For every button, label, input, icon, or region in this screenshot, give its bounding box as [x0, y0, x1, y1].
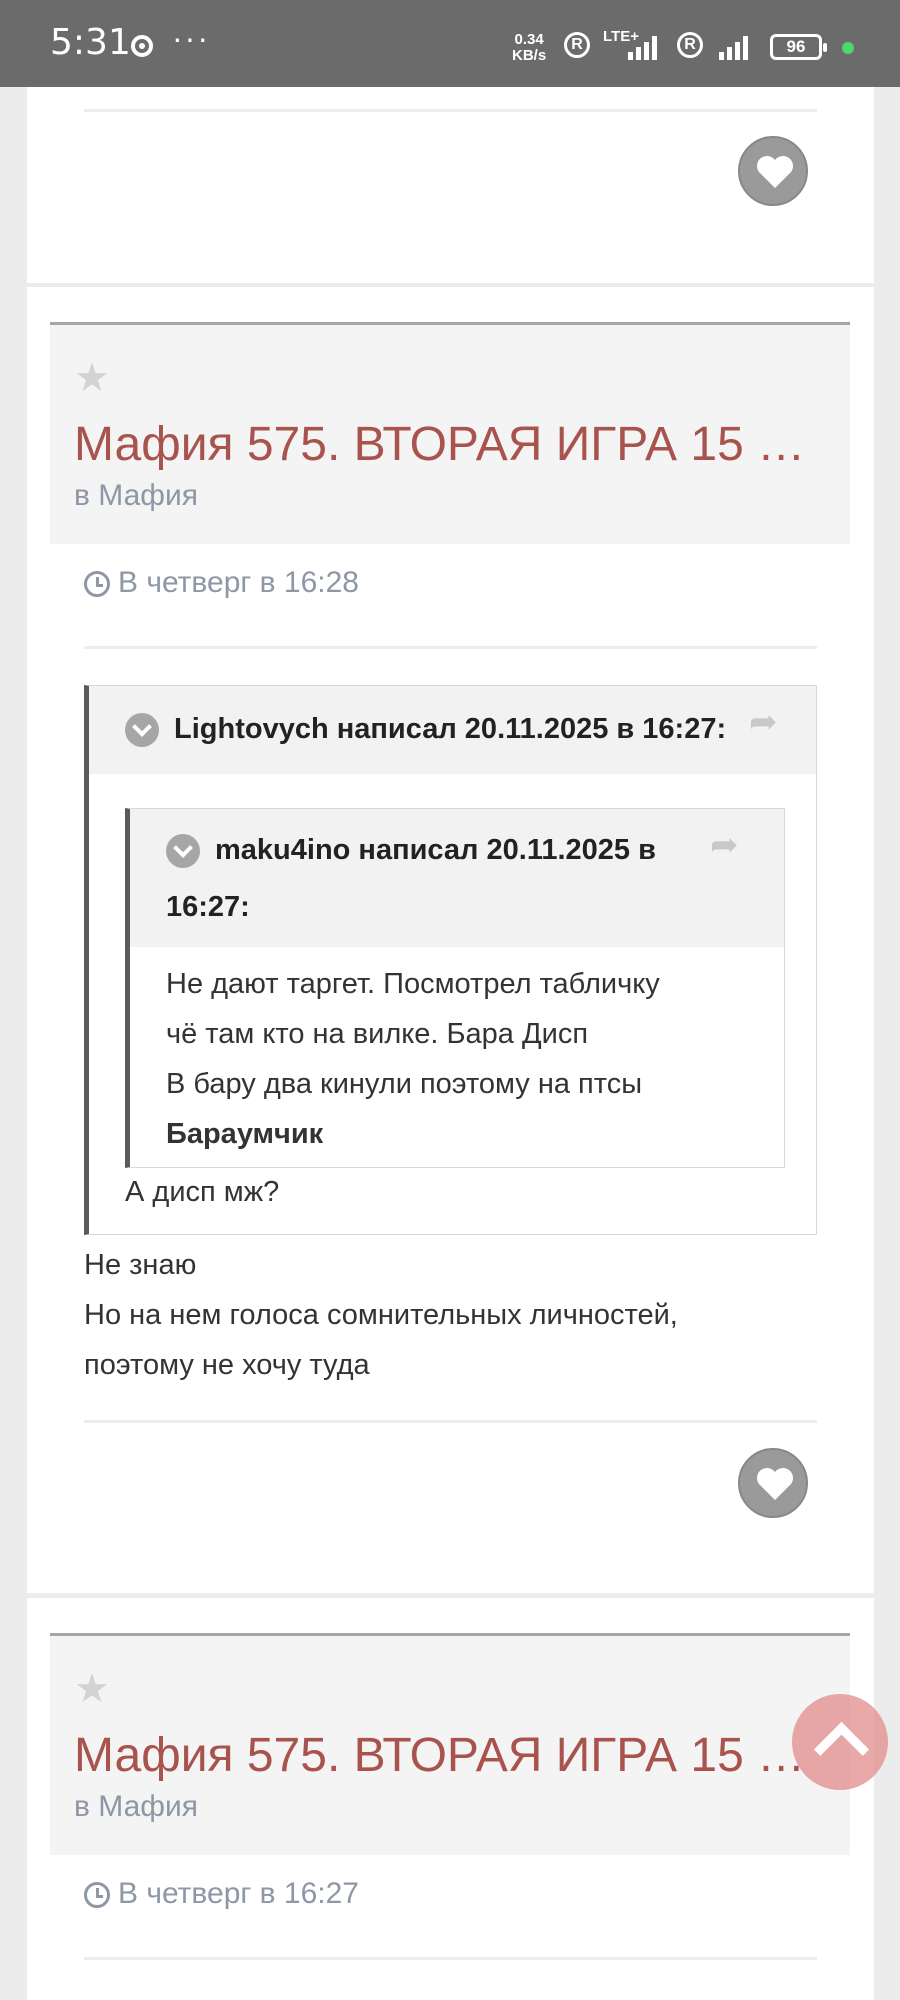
post-forum[interactable]: в Мафия: [74, 1790, 198, 1824]
network-speed: 0.34 KB/s: [512, 32, 546, 64]
quote-header: Lightovych написал 20.11.2025 в 16:27: ➦: [89, 686, 816, 774]
status-bar: 5:31 ··· 0.34 KB/s R LTE+ R 96: [0, 0, 900, 87]
heart-icon: [757, 156, 793, 188]
quote-block: Lightovych написал 20.11.2025 в 16:27: ➦…: [84, 685, 817, 1235]
divider: [84, 109, 817, 112]
post-date: В четверг в 16:28: [118, 566, 359, 599]
post-header: ★ Мафия 575. ВТОРАЯ ИГРА 15 YE… в Мафия: [50, 322, 850, 544]
battery-icon: 96: [770, 34, 827, 60]
scroll-top-button[interactable]: [792, 1694, 888, 1790]
clock-icon: [84, 1882, 110, 1908]
post-line: Не знаю: [84, 1249, 197, 1281]
chevron-down-icon[interactable]: [125, 713, 159, 747]
divider: [84, 1957, 817, 1960]
post-header: ★ Мафия 575. ВТОРАЯ ИГРА 15 YE… в Мафия: [50, 1633, 850, 1855]
like-button[interactable]: [738, 1448, 808, 1518]
quote-author[interactable]: Lightovych написал 20.11.2025 в 16:27:: [174, 713, 726, 746]
roaming-icon-2: R: [677, 32, 703, 58]
post-line: Но на нем голоса сомнительных личностей,: [84, 1299, 678, 1331]
post-line: поэтому не хочу туда: [84, 1349, 370, 1381]
post-date: В четверг в 16:27: [118, 1877, 359, 1910]
post-title[interactable]: Мафия 575. ВТОРАЯ ИГРА 15 YE…: [74, 1728, 834, 1783]
post-forum[interactable]: в Мафия: [74, 479, 198, 513]
chevron-down-icon[interactable]: [166, 834, 200, 868]
roaming-icon: R: [564, 32, 590, 58]
quote-line: Не дают таргет. Посмотрел табличку: [166, 968, 660, 1000]
divider: [84, 646, 817, 649]
nested-quote-author-cont[interactable]: 16:27:: [166, 891, 250, 924]
chrome-icon: [131, 35, 153, 57]
clock-icon: [84, 571, 110, 597]
share-icon[interactable]: ➦: [710, 825, 739, 865]
post-body: Не знаю Но на нем голоса сомнительных ли…: [84, 1240, 678, 1390]
status-time: 5:31: [50, 22, 131, 63]
like-button[interactable]: [738, 136, 808, 206]
heart-icon: [757, 1468, 793, 1500]
signal-icon-2: [719, 36, 753, 60]
quote-line: чё там кто на вилке. Бара Дисп: [166, 1018, 589, 1050]
quote-reply: А дисп мж?: [125, 1176, 280, 1208]
quote-line: В бару два кинули поэтому на птсы: [166, 1068, 643, 1100]
nested-quote-block: maku4ino написал 20.11.2025 в 16:27: ➦ Н…: [125, 808, 785, 1168]
nested-quote-header: maku4ino написал 20.11.2025 в 16:27: ➦: [130, 809, 784, 947]
signal-icon: [628, 36, 662, 60]
post-title[interactable]: Мафия 575. ВТОРАЯ ИГРА 15 YE…: [74, 417, 834, 472]
share-icon[interactable]: ➦: [749, 702, 778, 742]
indicator-dot: [842, 42, 854, 54]
star-icon[interactable]: ★: [74, 355, 110, 401]
divider: [84, 1420, 817, 1423]
star-icon[interactable]: ★: [74, 1666, 110, 1712]
nested-quote-author[interactable]: maku4ino написал 20.11.2025 в: [215, 834, 656, 867]
network-speed-unit: KB/s: [512, 47, 547, 64]
network-speed-value: 0.34: [514, 31, 544, 48]
nested-quote-body: Не дают таргет. Посмотрел табличку чё та…: [166, 959, 660, 1159]
more-notifications-icon: ···: [172, 20, 210, 56]
quote-line-bold: Бараумчик: [166, 1118, 324, 1150]
post-card-previous: [27, 87, 874, 283]
